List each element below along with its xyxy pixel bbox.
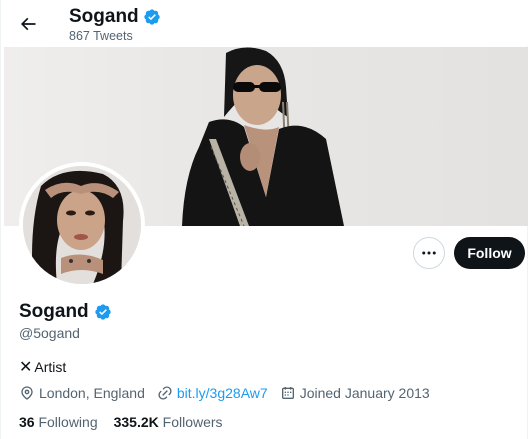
joined-text: Joined January 2013 xyxy=(299,385,430,401)
verified-badge-icon xyxy=(143,8,161,26)
profile-stats: 36 Following 335.2K Followers xyxy=(19,414,223,430)
profile-link[interactable]: bit.ly/3g28Aw7 xyxy=(177,385,268,401)
profile-display-name: Sogand xyxy=(19,301,89,322)
more-horizontal-icon xyxy=(422,251,436,255)
header-name: Sogand xyxy=(69,6,139,27)
followers-count: 335.2K xyxy=(113,414,159,430)
avatar[interactable] xyxy=(19,162,145,288)
link-icon xyxy=(158,386,172,400)
profile-handle: @5ogand xyxy=(19,325,80,341)
cross-mark-icon: ✕ xyxy=(19,359,33,376)
profile-meta: London, England bit.ly/3g28Aw7 Joined Ja… xyxy=(19,385,442,401)
location-item: London, England xyxy=(19,385,145,401)
link-item: bit.ly/3g28Aw7 xyxy=(157,385,268,401)
following-count: 36 xyxy=(19,414,35,430)
tweet-count: 867 Tweets xyxy=(69,29,133,43)
followers-link[interactable]: 335.2K Followers xyxy=(114,414,223,430)
followers-label: Followers xyxy=(162,414,223,430)
calendar-icon xyxy=(281,387,294,399)
header-title: Sogand xyxy=(69,6,161,28)
location-text: London, England xyxy=(39,385,145,401)
profile-page: Sogand 867 Tweets Follow Sogand @5ogand … xyxy=(0,0,528,439)
top-header: Sogand 867 Tweets xyxy=(1,0,528,46)
profile-name: Sogand xyxy=(19,301,112,323)
avatar-photo xyxy=(23,166,141,284)
location-pin-icon xyxy=(21,386,33,400)
bio-text: Artist xyxy=(34,359,67,375)
verified-badge-icon[interactable] xyxy=(94,303,112,321)
joined-item: Joined January 2013 xyxy=(280,385,430,401)
profile-bio: ✕ Artist xyxy=(19,357,66,377)
back-button[interactable] xyxy=(11,7,45,41)
follow-button[interactable]: Follow xyxy=(454,237,525,269)
following-label: Following xyxy=(38,414,98,430)
arrow-left-icon xyxy=(20,17,36,31)
following-link[interactable]: 36 Following xyxy=(19,414,98,430)
more-button[interactable] xyxy=(413,237,445,269)
